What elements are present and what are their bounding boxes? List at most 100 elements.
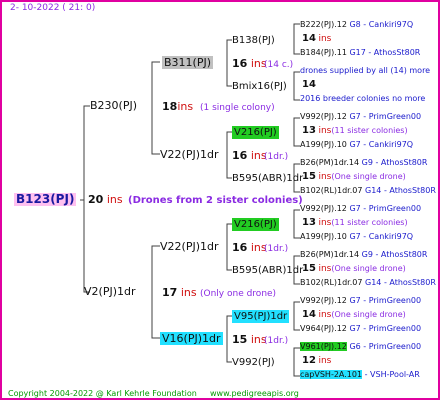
g4-mid-comment: (One single drone) (331, 172, 406, 181)
g4-mid-ins: ins (318, 356, 332, 366)
g1-queen-0[interactable]: B230(PJ) (90, 99, 137, 112)
root-num: 20 (88, 193, 104, 206)
g2-ins-0: 16 ins (232, 57, 267, 70)
g4-mid-num: 14 (302, 79, 316, 90)
g4-bot-origin: G7 - Cankiri97Q (349, 232, 414, 241)
g4-bot-origin: G7 - PrimGreen00 (349, 324, 422, 333)
g2-queen-1[interactable]: V22(PJ)1dr (160, 148, 219, 161)
g4-top-name: B26(PM)1dr.14 (300, 158, 360, 167)
footer-copyright: Copyright 2004-2022 @ Karl Kehrle Founda… (8, 389, 197, 398)
g4-mid-num: 12 (302, 355, 316, 366)
g4-bot-6[interactable]: V964(PJ).12 G7 - PrimGreen00 (300, 322, 421, 335)
g3-queen-6[interactable]: V95(PJ)1dr (232, 310, 290, 323)
g4-mid-2: 13 ins(11 sister colonies) (302, 124, 408, 138)
root-queen[interactable]: B123(PJ) (14, 193, 77, 206)
g4-bot-name: B184(PJ).11 (300, 48, 347, 57)
g2-ins-3: 15 ins (232, 333, 267, 346)
g3-queen-4[interactable]: V216(PJ) (232, 218, 279, 231)
g4-top-1[interactable]: drones supplied by all (14) more (300, 64, 430, 77)
g4-mid-num: 13 (302, 125, 316, 136)
g4-bot-origin: G14 - AthosSt80R (365, 186, 436, 195)
g4-top-6[interactable]: V992(PJ).12 G7 - PrimGreen00 (300, 294, 421, 307)
g4-mid-num: 14 (302, 309, 316, 320)
report-date: 2- 10-2022 ( 21: 0) (10, 3, 96, 13)
root-ins: ins (106, 193, 123, 206)
g4-top-0[interactable]: B222(PJ).12 G8 - Cankiri97Q (300, 18, 413, 31)
g4-mid-num: 15 (302, 171, 316, 182)
g4-mid-ins: ins (318, 218, 332, 228)
g2-queen-0[interactable]: B311(PJ) (162, 56, 214, 69)
g2-comment-0: (14 c.) (264, 60, 294, 70)
g4-top-origin: G7 - PrimGreen00 (349, 296, 422, 305)
g4-mid-4: 13 ins(11 sister colonies) (302, 216, 408, 230)
g4-mid-comment: (One single drone) (331, 310, 406, 319)
g3-queen-2[interactable]: V216(PJ) (232, 126, 279, 139)
g4-top-3[interactable]: B26(PM)1dr.14 G9 - AthosSt80R (300, 156, 427, 169)
g4-top-7[interactable]: V961(PJ).12 G6 - PrimGreen00 (300, 340, 421, 353)
g3-queen-3[interactable]: B595(ABR)1dr (232, 172, 303, 185)
g2-comment-1: (1dr.) (264, 152, 289, 162)
g4-mid-comment: (One single drone) (331, 264, 406, 273)
g4-top-origin: G6 - PrimGreen00 (349, 342, 422, 351)
g4-bot-3[interactable]: B102(RL)1dr.07 G14 - AthosSt80R (300, 184, 436, 197)
g1-ins-0: 18ins (162, 100, 194, 113)
g4-bot-name: A199(PJ).10 (300, 232, 347, 241)
g4-mid-ins: ins (318, 264, 332, 274)
g4-top-origin: G8 - Cankiri97Q (349, 20, 414, 29)
g4-top-name: drones supplied by all (14) more (300, 66, 431, 75)
g4-mid-num: 14 (302, 33, 316, 44)
g4-top-name: V992(PJ).12 (300, 112, 347, 121)
g4-mid-1: 14 (302, 78, 316, 91)
g4-top-name: V992(PJ).12 (300, 204, 347, 213)
g4-top-origin: G9 - AthosSt80R (361, 158, 428, 167)
g4-bot-0[interactable]: B184(PJ).11 G17 - AthosSt80R (300, 46, 420, 59)
g3-queen-7[interactable]: V992(PJ) (232, 356, 275, 369)
g4-bot-5[interactable]: B102(RL)1dr.07 G14 - AthosSt80R (300, 276, 436, 289)
g4-bot-name: A199(PJ).10 (300, 140, 347, 149)
root-comment: (Drones from 2 sister colonies) (128, 195, 303, 206)
g4-top-4[interactable]: V992(PJ).12 G7 - PrimGreen00 (300, 202, 421, 215)
g4-mid-ins: ins (318, 310, 332, 320)
g4-bot-4[interactable]: A199(PJ).10 G7 - Cankiri97Q (300, 230, 413, 243)
pedigree-frame: 2- 10-2022 ( 21: 0) B123(PJ) 20 ins (Dro… (0, 0, 440, 400)
g1-comment-0: (1 single colony) (200, 103, 275, 113)
root-ins-count: 20 ins (88, 193, 123, 206)
g4-top-origin: G7 - PrimGreen00 (349, 112, 422, 121)
g4-mid-7: 12 ins (302, 354, 331, 368)
g4-bot-name: 2016 breeder colonies no more (300, 94, 426, 103)
g2-ins-2: 16 ins (232, 241, 267, 254)
g4-bot-7[interactable]: capVSH-2A.101 - VSH-Pool-AR (300, 368, 420, 381)
g4-bot-origin: - VSH-Pool-AR (364, 370, 420, 379)
g4-top-name: V961(PJ).12 (300, 342, 347, 351)
g2-ins-1: 16 ins (232, 149, 267, 162)
g1-queen-1[interactable]: V2(PJ)1dr (84, 285, 136, 298)
g4-bot-1[interactable]: 2016 breeder colonies no more (300, 92, 425, 105)
g4-top-5[interactable]: B26(PM)1dr.14 G9 - AthosSt80R (300, 248, 427, 261)
g2-comment-3: (1dr.) (264, 336, 289, 346)
g4-bot-name: B102(RL)1dr.07 (300, 278, 363, 287)
g4-bot-origin: G7 - Cankiri97Q (349, 140, 414, 149)
g3-queen-0[interactable]: B138(PJ) (232, 34, 275, 47)
g4-top-name: V992(PJ).12 (300, 296, 347, 305)
g4-bot-2[interactable]: A199(PJ).10 G7 - Cankiri97Q (300, 138, 413, 151)
g1-ins-1: 17 ins (162, 286, 197, 299)
g4-mid-num: 13 (302, 217, 316, 228)
g4-mid-comment: (11 sister colonies) (331, 126, 408, 135)
g4-mid-0: 14 ins (302, 32, 331, 46)
g4-mid-ins: ins (318, 126, 332, 136)
footer-url[interactable]: www.pedigreeapis.org (210, 387, 299, 398)
g4-bot-name: capVSH-2A.101 (300, 370, 363, 379)
g3-queen-1[interactable]: Bmix16(PJ) (232, 80, 287, 93)
g4-mid-comment: (11 sister colonies) (331, 218, 408, 227)
g2-queen-2[interactable]: V22(PJ)1dr (160, 240, 219, 253)
g4-bot-origin: G17 - AthosSt80R (349, 48, 421, 57)
g4-bot-origin: G14 - AthosSt80R (365, 278, 436, 287)
g2-queen-3[interactable]: V16(PJ)1dr (160, 332, 223, 345)
g4-top-name: B222(PJ).12 (300, 20, 347, 29)
g2-comment-2: (1dr.) (264, 244, 289, 254)
g4-mid-ins: ins (318, 172, 332, 182)
g4-bot-name: V964(PJ).12 (300, 324, 347, 333)
g4-top-origin: G9 - AthosSt80R (361, 250, 428, 259)
g4-top-2[interactable]: V992(PJ).12 G7 - PrimGreen00 (300, 110, 421, 123)
g3-queen-5[interactable]: B595(ABR)1dr (232, 264, 303, 277)
